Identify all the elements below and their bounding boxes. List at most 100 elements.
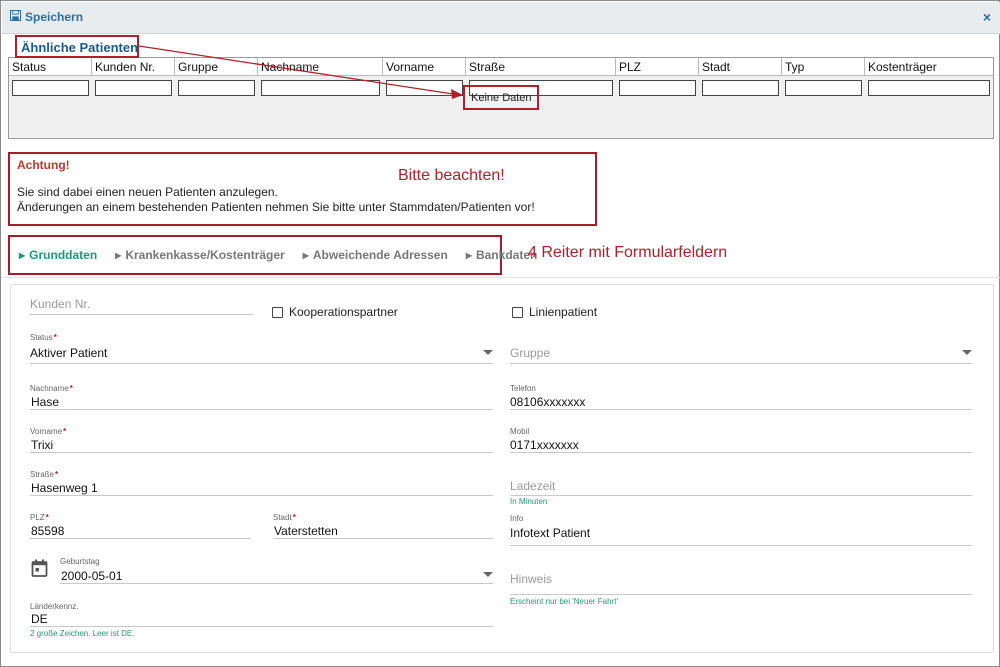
vorname-label: Vorname* <box>30 427 67 436</box>
ladezeit-field[interactable]: Ladezeit <box>510 475 972 496</box>
stadt-field[interactable]: Stadt* Vaterstetten <box>273 512 493 539</box>
linienpatient-checkbox[interactable]: Linienpatient <box>512 305 597 319</box>
status-value: Aktiver Patient <box>30 346 108 360</box>
warning-text-line: Sie sind dabei einen neuen Patienten anz… <box>17 185 278 199</box>
calendar-icon[interactable] <box>31 559 48 580</box>
filter-input-plz[interactable] <box>619 80 696 96</box>
column-header[interactable]: Status <box>9 58 92 76</box>
no-data-message: Keine Daten <box>463 85 539 110</box>
gruppe-placeholder: Gruppe <box>510 346 551 360</box>
status-select[interactable]: Status* Aktiver Patient <box>30 331 493 364</box>
hinweis-field[interactable]: Hinweis <box>510 568 972 595</box>
filter-input-kostentraeger[interactable] <box>868 80 990 96</box>
callout-bitte-beachten: Bitte beachten! <box>398 167 505 184</box>
hinweis-placeholder: Hinweis <box>510 572 553 586</box>
tab-abweichende-adressen[interactable]: ▶ Abweichende Adressen <box>303 248 448 262</box>
nachname-label: Nachname* <box>30 384 73 393</box>
checkbox-box[interactable] <box>272 306 283 318</box>
stadt-value: Vaterstetten <box>274 524 338 538</box>
geburtstag-field[interactable]: Geburtstag 2000-05-01 <box>60 555 493 584</box>
caret-right-icon: ▶ <box>302 250 309 260</box>
telefon-label: Telefon <box>510 384 536 393</box>
chevron-down-icon[interactable] <box>962 350 972 355</box>
column-header[interactable]: Kostenträger <box>865 58 993 76</box>
warning-title: Achtung! <box>17 158 70 172</box>
plz-label: PLZ* <box>30 513 49 522</box>
save-icon <box>9 9 22 24</box>
vorname-field[interactable]: Vorname* Trixi <box>30 426 493 453</box>
mobil-value: 0171xxxxxxx <box>510 438 579 452</box>
tab-grunddaten[interactable]: ▶ Grunddaten <box>19 248 97 262</box>
info-label: Info <box>510 514 524 523</box>
status-label: Status* <box>30 333 57 342</box>
column-header[interactable]: Gruppe <box>175 58 258 76</box>
ladezeit-placeholder: Ladezeit <box>510 479 556 493</box>
divider <box>1 277 1000 278</box>
geburtstag-value: 2000-05-01 <box>61 569 123 583</box>
telefon-value: 08106xxxxxxx <box>510 395 586 409</box>
warning-text-line: Änderungen an einem bestehenden Patiente… <box>17 200 535 214</box>
info-value: Infotext Patient <box>510 526 591 540</box>
tab-label: Abweichende Adressen <box>312 248 448 262</box>
callout-reiter: 4 Reiter mit Formularfeldern <box>528 244 728 261</box>
stadt-label: Stadt* <box>273 513 296 522</box>
kooperationspartner-label: Kooperationspartner <box>289 305 398 319</box>
column-header[interactable]: Typ <box>782 58 865 76</box>
dialog-window: Speichern × Status Kunden Nr. Gruppe Nac… <box>0 0 1000 667</box>
ladezeit-hint: In Minuten <box>510 497 548 506</box>
info-field[interactable]: Info Infotext Patient <box>510 513 972 546</box>
chevron-down-icon[interactable] <box>483 572 493 577</box>
tab-bankdaten[interactable]: ▶ Bankdaten <box>466 248 538 262</box>
laenderkennz-label: Länderkennz. <box>30 602 79 611</box>
kunden-nr-placeholder: Kunden Nr. <box>30 297 91 311</box>
tab-krankenkasse[interactable]: ▶ Krankenkasse/Kostenträger <box>115 248 285 262</box>
strasse-value: Hasenweg 1 <box>31 481 98 495</box>
filter-input-typ[interactable] <box>785 80 862 96</box>
column-header[interactable]: PLZ <box>616 58 699 76</box>
linienpatient-label: Linienpatient <box>529 305 598 319</box>
hinweis-hint: Erscheint nur bei 'Neuer Fahrt' <box>510 597 618 606</box>
geburtstag-label: Geburtstag <box>60 557 100 566</box>
checkbox-box[interactable] <box>512 306 523 318</box>
grid-header: Status Kunden Nr. Gruppe Nachname Vornam… <box>9 58 993 76</box>
column-header[interactable]: Vorname <box>383 58 466 76</box>
laenderkennz-field[interactable]: Länderkennz. DE <box>30 601 493 627</box>
filter-input-stadt[interactable] <box>702 80 779 96</box>
caret-right-icon: ▶ <box>115 250 122 260</box>
mobil-label: Mobil <box>510 427 530 436</box>
dialog-toolbar: Speichern × <box>2 2 1000 34</box>
strasse-field[interactable]: Straße* Hasenweg 1 <box>30 469 493 496</box>
nachname-field[interactable]: Nachname* Hase <box>30 383 493 410</box>
tab-label: Grunddaten <box>29 248 98 262</box>
caret-right-icon: ▶ <box>19 250 26 260</box>
caret-right-icon: ▶ <box>465 250 472 260</box>
filter-input-vorname[interactable] <box>386 80 463 96</box>
laenderkennz-hint: 2 große Zeichen. Leer ist DE. <box>30 629 135 638</box>
filter-input-gruppe[interactable] <box>178 80 255 96</box>
kunden-nr-field[interactable]: Kunden Nr. <box>30 295 253 315</box>
plz-field[interactable]: PLZ* 85598 <box>30 512 250 539</box>
telefon-field[interactable]: Telefon 08106xxxxxxx <box>510 383 972 410</box>
warning-box: Achtung! Sie sind dabei einen neuen Pati… <box>8 152 597 226</box>
filter-input-nachname[interactable] <box>261 80 380 96</box>
laenderkennz-value: DE <box>31 612 48 626</box>
column-header[interactable]: Stadt <box>699 58 782 76</box>
column-header[interactable]: Nachname <box>258 58 383 76</box>
similar-patients-title: Ähnliche Patienten <box>15 35 139 58</box>
gruppe-select[interactable]: Gruppe <box>510 341 972 364</box>
kooperationspartner-checkbox[interactable]: Kooperationspartner <box>272 305 398 319</box>
filter-input-kunden-nr[interactable] <box>95 80 172 96</box>
tab-bar: ▶ Grunddaten ▶ Krankenkasse/Kostenträger… <box>8 235 537 275</box>
plz-value: 85598 <box>31 524 65 538</box>
vorname-value: Trixi <box>31 438 54 452</box>
save-label: Speichern <box>25 10 84 24</box>
close-icon[interactable]: × <box>983 10 991 24</box>
save-button[interactable]: Speichern <box>9 9 84 24</box>
mobil-field[interactable]: Mobil 0171xxxxxxx <box>510 426 972 453</box>
tab-label: Krankenkasse/Kostenträger <box>125 248 285 262</box>
column-header[interactable]: Straße <box>466 58 616 76</box>
column-header[interactable]: Kunden Nr. <box>92 58 175 76</box>
chevron-down-icon[interactable] <box>483 350 493 355</box>
strasse-label: Straße* <box>30 470 59 479</box>
filter-input-status[interactable] <box>12 80 89 96</box>
